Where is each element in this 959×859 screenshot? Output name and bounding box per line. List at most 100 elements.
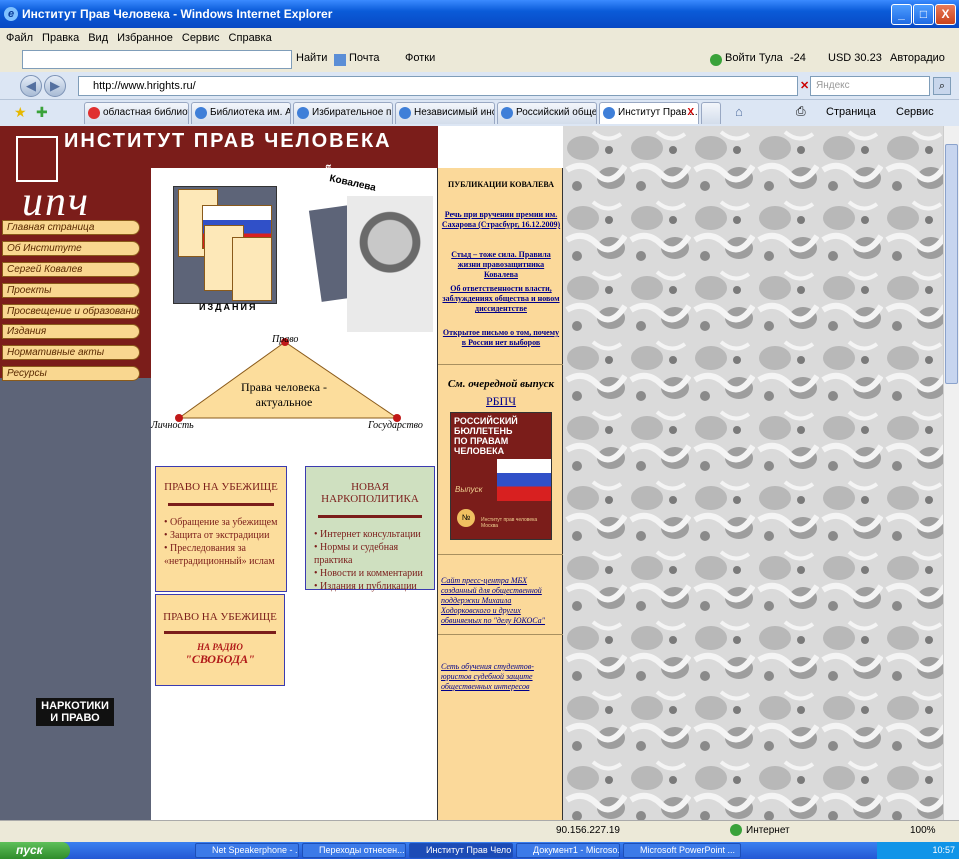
menu-favorites[interactable]: Избранное (117, 32, 173, 44)
window-titlebar[interactable]: e Институт Прав Человека - Windows Inter… (0, 0, 959, 28)
new-tab-button[interactable] (701, 102, 721, 124)
pattern-image (563, 126, 943, 820)
triangle-center-link[interactable]: Права человека - актуальное (223, 380, 345, 410)
list-item[interactable]: • Преследования за «нетрадиционный» исла… (164, 542, 286, 568)
tools-menu-button[interactable]: Сервис (896, 106, 934, 118)
ie-logo-icon: e (4, 7, 18, 21)
list-item[interactable]: • Интернет консультации (314, 528, 434, 541)
internet-zone-icon (730, 824, 742, 836)
drug-policy-box[interactable]: НОВАЯ НАРКОПОЛИТИКА • Интернет консульта… (305, 466, 435, 593)
taskbar-button[interactable]: Документ1 - Microso... (516, 843, 620, 858)
autoradio-button[interactable]: Авторадио (890, 52, 945, 64)
tab-2[interactable]: Библиотека им. А. ... (191, 102, 291, 124)
taskbar-button[interactable]: Microsoft PowerPoint ... (623, 843, 741, 858)
radio-svoboda-box[interactable]: ПРАВО НА УБЕЖИЩЕ НА РАДИО "СВОБОДА" (155, 594, 285, 686)
address-input[interactable]: http://www.hrights.ru/ (78, 76, 798, 96)
tab-label: Независимый инст... (414, 107, 494, 118)
menu-edit[interactable]: Правка (42, 32, 79, 44)
list-item[interactable]: • Издания и публикации (314, 580, 434, 593)
site-title: ИНСТИТУТ ПРАВ ЧЕЛОВЕКА (64, 130, 392, 152)
zoom-level[interactable]: 100% (910, 825, 936, 836)
tab-3[interactable]: Избирательное пр... (293, 102, 393, 124)
triangle-right-label: Государство (368, 420, 423, 431)
tab-5[interactable]: Российский общест... (497, 102, 597, 124)
kovalev-portrait[interactable]: Страница Ковалева (307, 163, 433, 332)
publications-image[interactable] (173, 186, 277, 304)
tab-favicon (399, 107, 411, 119)
asylum-title: ПРАВО НА УБЕЖИЩЕ (164, 481, 278, 493)
toolbar-search-input[interactable] (22, 50, 292, 69)
asylum-box[interactable]: ПРАВО НА УБЕЖИЩЕ • Обращение за убежищем… (155, 466, 287, 592)
tab-1[interactable]: областная библиот... (84, 102, 189, 124)
publication-link[interactable]: Об ответственности власти, заблуждениях … (441, 284, 561, 314)
menu-help[interactable]: Справка (229, 32, 272, 44)
bulletin-publisher: Институт прав человека Москва (481, 517, 538, 529)
menu-file[interactable]: Файл (6, 32, 33, 44)
back-icon[interactable]: ◀ (20, 75, 42, 97)
radio-sub: НА РАДИО (197, 642, 243, 652)
list-item[interactable]: • Защита от экстрадиции (164, 529, 286, 542)
page-menu-button[interactable]: Страница (826, 106, 876, 118)
list-item[interactable]: • Новости и комментарии (314, 567, 434, 580)
nav-resources[interactable]: Ресурсы (2, 366, 140, 381)
stop-icon[interactable]: ✕ (800, 79, 809, 92)
portrait-photo (347, 196, 433, 332)
search-icon[interactable]: ⌕ (933, 77, 951, 95)
scroll-thumb[interactable] (945, 144, 958, 384)
menu-view[interactable]: Вид (88, 32, 108, 44)
mail-icon (334, 54, 346, 66)
triangle-left-label: Личность (151, 420, 194, 431)
divider (438, 364, 564, 365)
nav-kovalev[interactable]: Сергей Ковалев (2, 262, 140, 277)
list-item[interactable]: • Обращение за убежищем (164, 516, 286, 529)
publication-link[interactable]: Речь при вручении премии им. Сахарова (С… (441, 210, 561, 230)
nav-projects[interactable]: Проекты (2, 283, 140, 298)
clock[interactable]: 10:57 (932, 845, 955, 855)
tab-4[interactable]: Независимый инст... (395, 102, 495, 124)
ipch-logo: ипч (22, 179, 91, 225)
taskbar-button[interactable]: Net Speakerphone - ... (195, 843, 299, 858)
login-button[interactable]: Войти Тула (725, 52, 783, 64)
home-icon[interactable]: ⌂ (735, 104, 743, 119)
tab-label: Институт Прав ... (618, 107, 698, 118)
print-icon[interactable]: ⎙ (796, 104, 806, 119)
weather-value[interactable]: -24 (790, 52, 806, 64)
tab-6-active[interactable]: Институт Прав ... X (599, 102, 699, 124)
students-network-link[interactable]: Сеть обучения студентов-юристов судебной… (441, 662, 561, 692)
publication-link[interactable]: Открытое письмо о том, почему в России н… (441, 328, 561, 348)
tab-favicon (195, 107, 207, 119)
list-item[interactable]: • Нормы и судебная практика (314, 541, 434, 567)
narkotiki-logo[interactable]: НАРКОТИКИ И ПРАВО (36, 698, 114, 726)
kovaleva-label: Ковалева (328, 173, 377, 194)
vertical-scrollbar[interactable] (943, 126, 959, 820)
minimize-button[interactable]: _ (891, 4, 912, 25)
favorites-star-icon[interactable]: ★ (14, 104, 27, 121)
nav-normative-acts[interactable]: Нормативные акты (2, 345, 140, 360)
find-button[interactable]: Найти (296, 52, 327, 64)
usd-value[interactable]: USD 30.23 (828, 52, 882, 64)
nav-home[interactable]: Главная страница (2, 220, 140, 235)
mail-button[interactable]: Почта (349, 52, 380, 64)
maximize-button[interactable]: □ (913, 4, 934, 25)
close-button[interactable]: X (935, 4, 956, 25)
rbpch-link[interactable]: РБПЧ (438, 394, 564, 409)
publication-link[interactable]: Стыд – тоже сила. Правила жизни правозащ… (441, 250, 561, 280)
nav-publications[interactable]: Издания (2, 324, 140, 339)
divider (164, 631, 276, 634)
nav-about[interactable]: Об Институте (2, 241, 140, 256)
vypusk-label: Выпуск (455, 485, 483, 494)
tab-close-icon[interactable]: X (687, 103, 694, 123)
taskbar-button-active[interactable]: Институт Прав Чело... (409, 843, 513, 858)
forward-icon[interactable]: ▶ (44, 75, 66, 97)
photo-button[interactable]: Фотки (405, 52, 435, 64)
start-button[interactable]: пуск (0, 842, 70, 859)
add-favorite-icon[interactable]: ✚ (36, 104, 48, 121)
taskbar-button[interactable]: Переходы отнесен... (302, 843, 406, 858)
khodorkovsky-link[interactable]: Сайт пресс-центра МБХ созданный для обще… (441, 576, 561, 626)
yandex-search-input[interactable]: Яндекс (810, 76, 930, 96)
bulletin-cover[interactable]: РОССИЙСКИЙ БЮЛЛЕТЕНЬ ПО ПРАВАМ ЧЕЛОВЕКА … (450, 412, 552, 540)
windows-taskbar: пуск Net Speakerphone - ... Переходы отн… (0, 842, 959, 859)
publications-sidebar: ПУБЛИКАЦИИ КОВАЛЕВА Речь при вручении пр… (437, 168, 564, 820)
menu-tools[interactable]: Сервис (182, 32, 220, 44)
nav-education[interactable]: Просвещение и образование (2, 304, 140, 319)
